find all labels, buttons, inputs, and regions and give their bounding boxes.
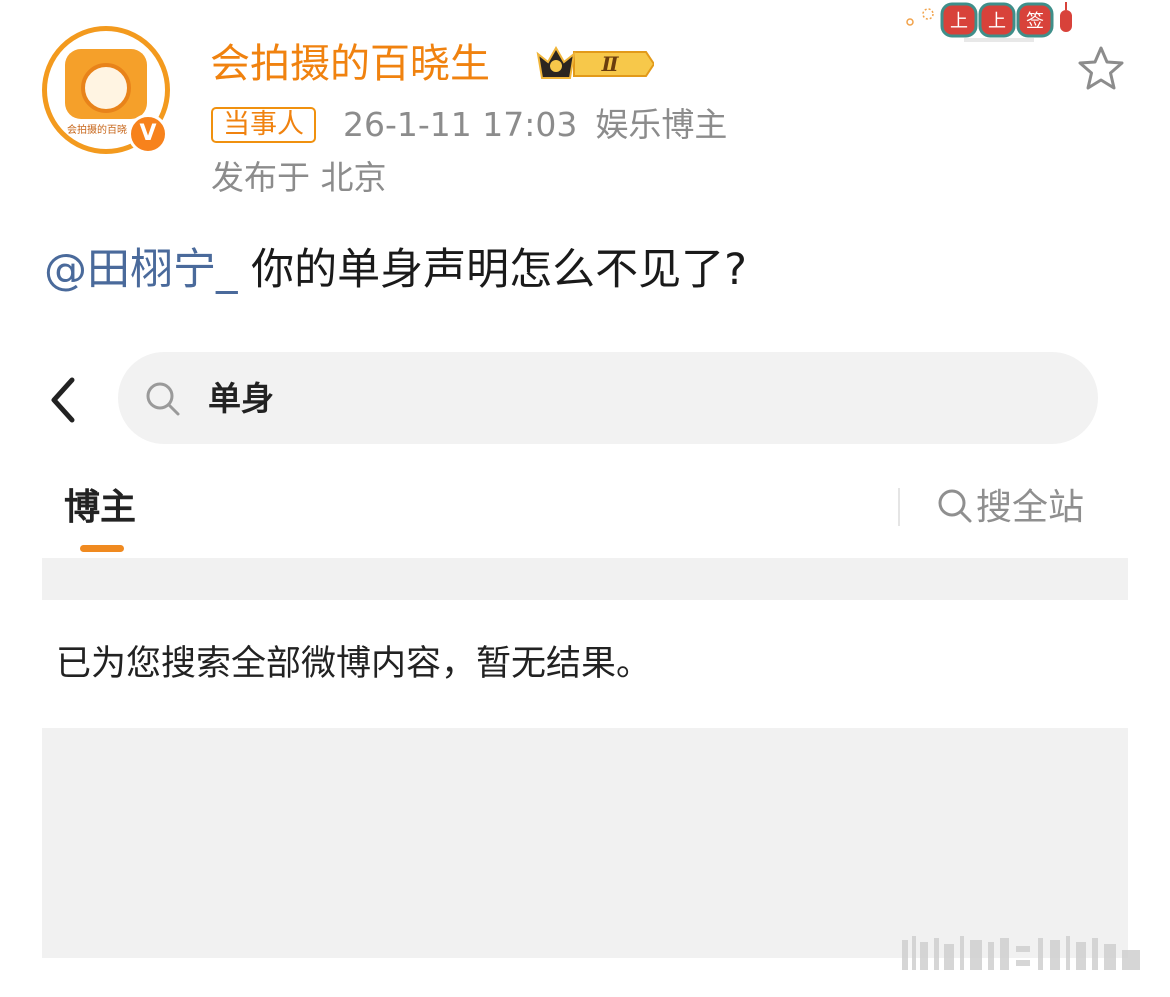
level-badge-text: Ⅱ bbox=[601, 52, 620, 76]
svg-text:上: 上 bbox=[950, 11, 968, 32]
mention-link[interactable]: @田栩宁_ bbox=[44, 245, 238, 295]
author-category: 娱乐博主 bbox=[595, 105, 728, 144]
post-text: 你的单身声明怎么不见了? bbox=[237, 245, 747, 295]
verified-badge-icon: V bbox=[128, 114, 168, 154]
star-outline-icon[interactable] bbox=[1074, 42, 1128, 96]
divider bbox=[898, 488, 900, 526]
active-tab-indicator bbox=[80, 545, 124, 552]
post-meta: 26-1-11 17:03 娱乐博主 bbox=[343, 103, 727, 147]
author-name[interactable]: 会拍摄的百晓生 bbox=[210, 38, 490, 90]
tab-bozhu[interactable]: 博主 bbox=[64, 482, 136, 534]
avatar-caption: 会拍摄的百晓 bbox=[67, 125, 127, 136]
svg-text:签: 签 bbox=[1026, 11, 1044, 32]
post-body: @田栩宁_ 你的单身声明怎么不见了? bbox=[44, 240, 747, 300]
party-tag: 当事人 bbox=[211, 107, 316, 143]
festival-sign-icon: 上 上 签 bbox=[906, 2, 1072, 42]
svg-text:上: 上 bbox=[988, 11, 1006, 32]
crown-icon[interactable]: Ⅱ bbox=[534, 42, 654, 86]
avatar-camera-lens bbox=[81, 63, 131, 113]
post-time: 26-1-11 17:03 bbox=[343, 105, 578, 144]
empty-result-message: 已为您搜索全部微博内容，暂无结果。 bbox=[56, 644, 652, 684]
search-query: 单身 bbox=[208, 379, 274, 418]
search-icon bbox=[938, 489, 972, 523]
empty-content-area bbox=[42, 728, 1128, 958]
watermark bbox=[902, 936, 1140, 970]
post-location: 发布于 北京 bbox=[211, 158, 387, 197]
search-icon bbox=[146, 382, 180, 416]
search-all-label: 搜全站 bbox=[976, 487, 1085, 528]
back-arrow-icon[interactable] bbox=[40, 370, 90, 430]
separator-band bbox=[42, 558, 1128, 600]
search-all-button[interactable]: 搜全站 bbox=[936, 484, 1084, 532]
